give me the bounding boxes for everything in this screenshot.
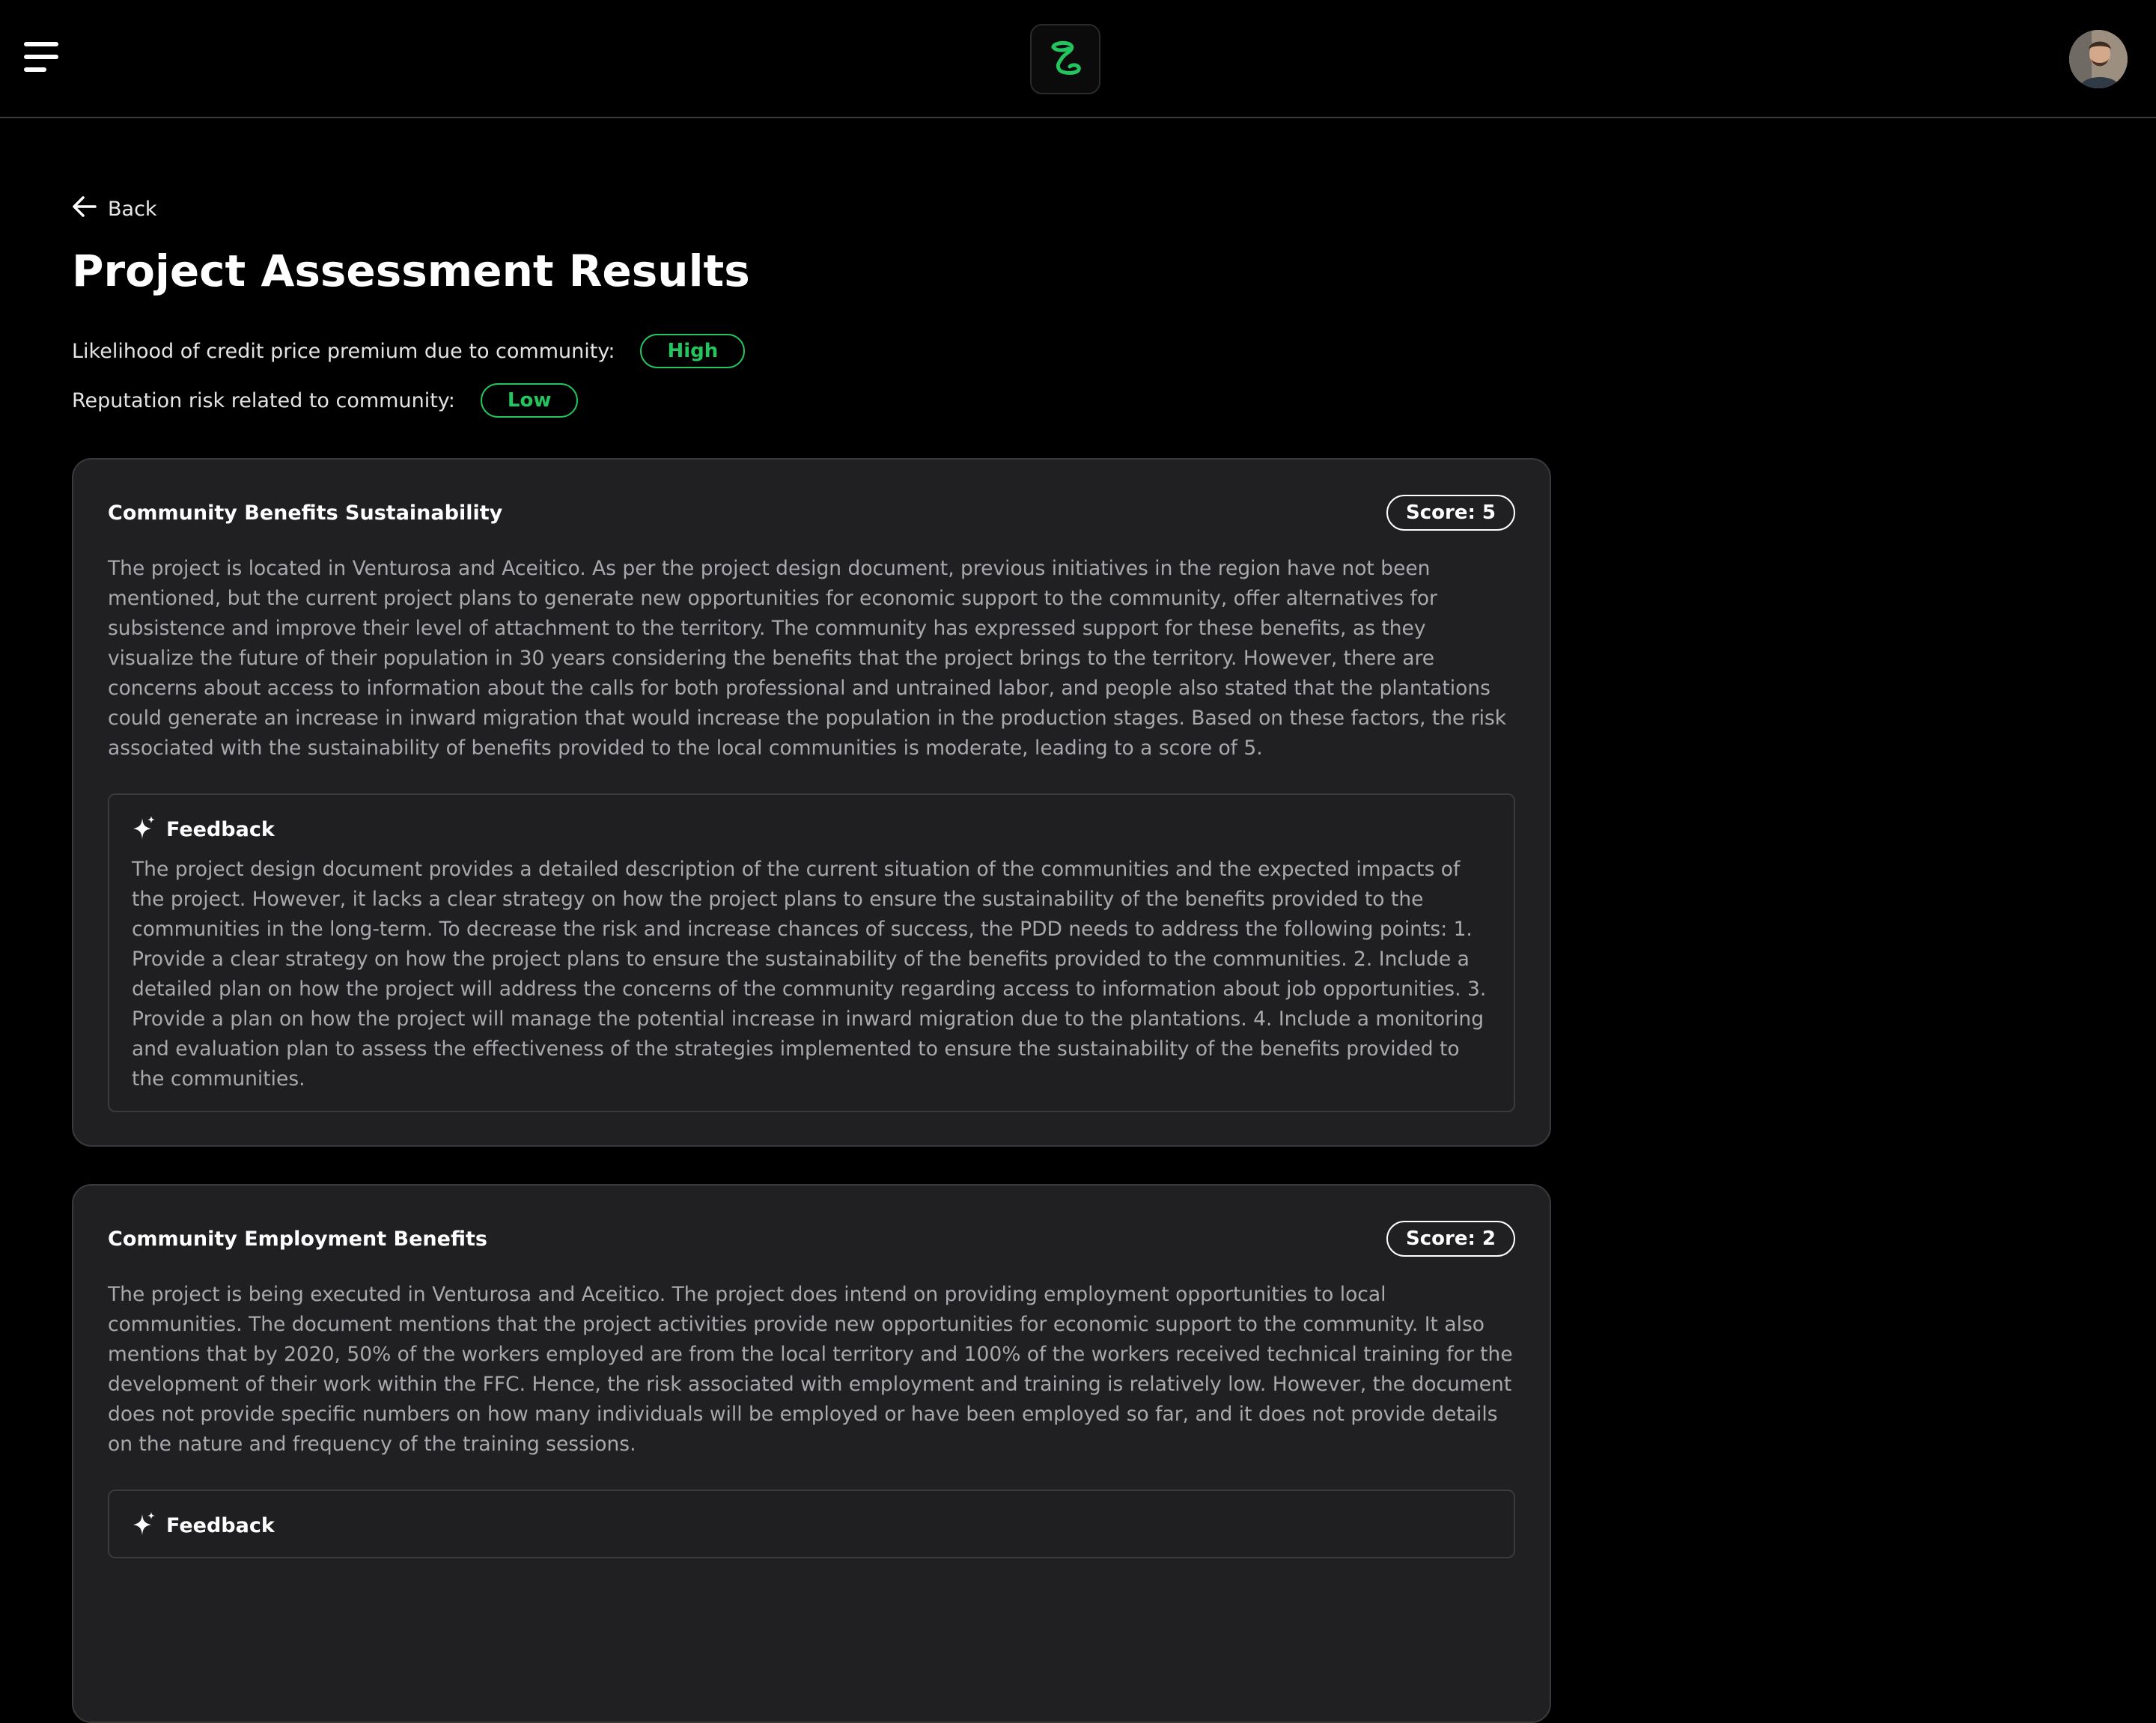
feedback-title: Feedback (166, 1513, 275, 1537)
card-title: Community Employment Benefits (108, 1227, 487, 1251)
feedback-title: Feedback (166, 817, 275, 841)
metric-label: Likelihood of credit price premium due t… (72, 339, 615, 363)
score-badge: Score: 2 (1386, 1221, 1515, 1257)
credit-price-premium-row: Likelihood of credit price premium due t… (72, 334, 746, 368)
user-avatar[interactable] (2069, 30, 2128, 88)
card-description: The project is located in Venturosa and … (108, 557, 1507, 760)
feedback-panel: Feedback (108, 1489, 1515, 1558)
feedback-header: Feedback (132, 814, 1491, 844)
arrow-left-icon (72, 195, 97, 223)
back-label: Back (108, 197, 157, 221)
sparkles-icon (132, 1511, 156, 1540)
card-title: Community Benefits Sustainability (108, 501, 503, 525)
page-title: Project Assessment Results (72, 246, 750, 296)
reputation-risk-row: Reputation risk related to community: Lo… (72, 383, 579, 418)
card-header: Community Benefits Sustainability Score:… (108, 494, 1515, 531)
feedback-panel: Feedback The project design document pro… (108, 793, 1515, 1112)
back-button[interactable]: Back (72, 190, 157, 228)
card-description: The project is being executed in Venturo… (108, 1283, 1513, 1456)
metric-label: Reputation risk related to community: (72, 388, 455, 412)
card-header: Community Employment Benefits Score: 2 (108, 1220, 1515, 1257)
app-logo-icon[interactable] (1030, 24, 1100, 94)
hamburger-menu-icon[interactable] (22, 39, 61, 78)
assessment-card: Community Benefits Sustainability Score:… (72, 458, 1551, 1147)
feedback-header: Feedback (132, 1510, 1491, 1540)
status-badge: Low (480, 383, 579, 418)
assessment-card: Community Employment Benefits Score: 2 T… (72, 1184, 1551, 1723)
score-badge: Score: 5 (1386, 495, 1515, 531)
sparkles-icon (132, 815, 156, 844)
top-navigation-bar (0, 0, 2156, 118)
status-badge: High (640, 334, 746, 368)
feedback-text: The project design document provides a d… (132, 858, 1487, 1091)
